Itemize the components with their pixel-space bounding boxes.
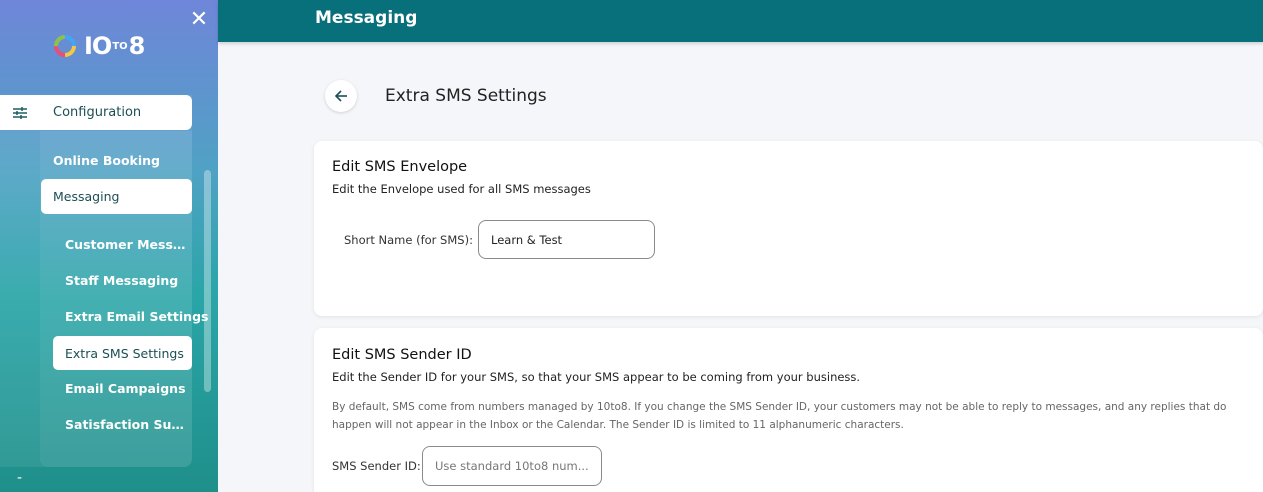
sliders-icon <box>12 106 28 120</box>
close-icon[interactable]: ✕ <box>188 9 210 31</box>
logo-text-c: 8 <box>128 32 146 60</box>
logo-text-b: TO <box>112 40 128 52</box>
sender-id-card: Edit SMS Sender ID Edit the Sender ID fo… <box>314 328 1263 492</box>
nav-staff-messaging[interactable]: Staff Messaging <box>65 273 178 288</box>
page-title: Extra SMS Settings <box>385 86 547 106</box>
topbar: Messaging <box>218 0 1263 42</box>
logo-text-a: IO <box>84 32 112 60</box>
nav-configuration[interactable]: Configuration <box>0 95 192 130</box>
logo-ring-icon <box>54 35 76 57</box>
sender-id-heading: Edit SMS Sender ID <box>332 347 472 363</box>
nav-extra-email-settings[interactable]: Extra Email Settings <box>65 309 208 324</box>
back-button[interactable] <box>325 80 357 112</box>
arrow-left-icon <box>334 90 347 102</box>
nav-email-campaigns[interactable]: Email Campaigns <box>65 381 186 396</box>
nav-extra-sms-settings[interactable]: Extra SMS Settings <box>53 336 192 370</box>
nav-messaging[interactable]: Messaging <box>41 179 192 214</box>
envelope-heading: Edit SMS Envelope <box>332 159 468 175</box>
nav-satisfaction-surveys[interactable]: Satisfaction Surve... <box>65 417 189 432</box>
envelope-card: Edit SMS Envelope Edit the Envelope used… <box>314 141 1263 316</box>
nav-online-booking[interactable]: Online Booking <box>53 153 160 168</box>
sidebar-dash: - <box>17 470 23 486</box>
nav-customer-messaging[interactable]: Customer Messag... <box>65 237 189 252</box>
nav-configuration-label: Configuration <box>53 105 142 120</box>
logo: IO TO 8 <box>52 32 146 60</box>
short-name-label: Short Name (for SMS): <box>344 233 473 247</box>
logo-text: IO TO 8 <box>84 32 146 60</box>
sender-id-subtitle: Edit the Sender ID for your SMS, so that… <box>332 370 861 384</box>
envelope-subtitle: Edit the Envelope used for all SMS messa… <box>332 182 591 196</box>
sender-id-label: SMS Sender ID: <box>332 459 421 473</box>
sidebar-scrollbar[interactable] <box>204 170 211 392</box>
sender-id-input[interactable] <box>422 446 602 486</box>
sender-id-note: By default, SMS come from numbers manage… <box>332 401 1227 431</box>
topbar-title: Messaging <box>315 8 418 28</box>
short-name-input[interactable] <box>478 220 655 259</box>
sidebar: ✕ IO TO 8 Configuration Online Booking M… <box>0 0 218 492</box>
